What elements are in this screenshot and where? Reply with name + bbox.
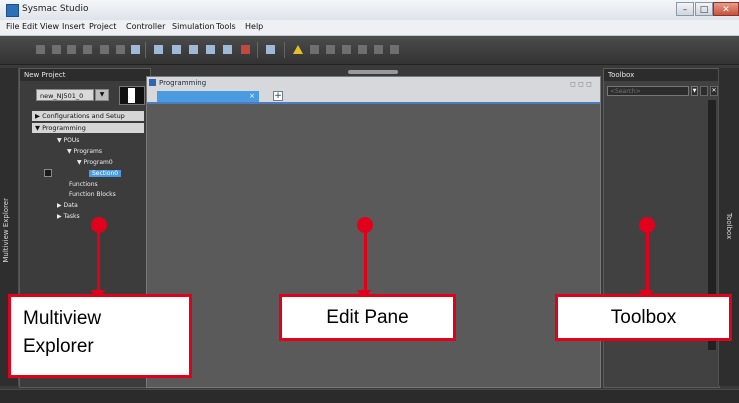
menu-simulation[interactable]: Simulation [172, 22, 215, 31]
synchronize-icon[interactable] [189, 45, 198, 54]
menu-help[interactable]: Help [245, 22, 263, 31]
editor-tab-strip: × + [147, 89, 600, 104]
maximize-button[interactable]: □ [695, 2, 713, 16]
sysmac-studio-window: Sysmac Studio – □ ✕ File Edit View Inser… [0, 0, 739, 403]
monitor-icon[interactable] [223, 45, 232, 54]
toolbox-search-input[interactable] [607, 86, 689, 96]
menu-edit[interactable]: Edit [22, 22, 38, 31]
delete-icon[interactable] [83, 45, 92, 54]
paste-icon[interactable] [67, 45, 76, 54]
add-tab-button[interactable]: + [273, 91, 283, 101]
editor-marker-line [364, 229, 367, 291]
tab-close-icon[interactable]: × [249, 91, 255, 102]
edit-pane-header: Programming ◻ ◻ ◻ [147, 77, 600, 89]
tree-item-section0[interactable]: Section0 [89, 170, 122, 177]
search-dropdown-icon[interactable]: ▼ [691, 86, 698, 96]
menu-file[interactable]: File [6, 22, 19, 31]
tree-item-function-blocks[interactable]: Function Blocks [69, 191, 116, 198]
callout-edit-pane: Edit Pane [279, 294, 456, 341]
menu-controller[interactable]: Controller [126, 22, 165, 31]
program-icon [149, 79, 156, 86]
controller-image [119, 86, 145, 105]
toolbox-header: Toolbox [604, 69, 719, 81]
tree-item-programs[interactable]: ▼ Programs [67, 148, 102, 155]
warning-icon[interactable] [293, 45, 303, 54]
menu-insert[interactable]: Insert [62, 22, 85, 31]
callout-toolbox: Toolbox [555, 294, 732, 341]
tree-item-functions[interactable]: Functions [69, 181, 98, 188]
save-icon[interactable] [131, 45, 140, 54]
offline-icon[interactable] [172, 45, 181, 54]
toolbox-close-button[interactable]: ✕ [710, 86, 718, 96]
menu-view[interactable]: View [40, 22, 59, 31]
edit-pane-title: Programming [159, 79, 207, 87]
toolbar-separator [145, 42, 146, 58]
watch-icon[interactable] [390, 45, 399, 54]
close-button[interactable]: ✕ [713, 2, 739, 16]
edit-pane[interactable]: Programming ◻ ◻ ◻ × + [146, 76, 601, 388]
explorer-header: New Project [20, 69, 150, 81]
simulation-pause-icon[interactable] [326, 45, 335, 54]
simulation-run-icon[interactable] [310, 45, 319, 54]
status-bar [0, 389, 739, 403]
title-bar: Sysmac Studio – □ ✕ [0, 0, 739, 21]
tree-item-tasks[interactable]: ▶ Tasks [57, 213, 80, 220]
simulation-stop-icon[interactable] [342, 45, 351, 54]
toolbar-separator [257, 42, 258, 58]
editor-tab-active[interactable]: × [157, 91, 259, 102]
toolbox-option-button[interactable] [700, 86, 708, 96]
window-title: Sysmac Studio [22, 4, 89, 14]
toolbox-side-label: Toolbox [725, 213, 733, 240]
callout-multiview-explorer: Multiview Explorer [8, 294, 192, 378]
copy-icon[interactable] [52, 45, 61, 54]
section-programming[interactable]: ▼ Programming [32, 123, 144, 133]
minimize-button[interactable]: – [676, 2, 694, 16]
tree-item-program0[interactable]: ▼ Program0 [77, 159, 113, 166]
step-icon[interactable] [358, 45, 367, 54]
tree-item-data[interactable]: ▶ Data [57, 202, 78, 209]
pointer-icon[interactable] [266, 45, 275, 54]
toolbox-marker-line [646, 229, 649, 291]
transfer-icon[interactable] [206, 45, 215, 54]
menu-tools[interactable]: Tools [216, 22, 236, 31]
undo-icon[interactable] [100, 45, 109, 54]
stop-icon[interactable] [241, 45, 250, 54]
explorer-marker-line [97, 229, 100, 291]
cut-icon[interactable] [36, 45, 45, 54]
chevron-down-icon[interactable]: ▼ [95, 89, 109, 101]
menu-project[interactable]: Project [89, 22, 116, 31]
app-icon [6, 4, 19, 17]
redo-icon[interactable] [116, 45, 125, 54]
tree-item-pous[interactable]: ▼ POUs [57, 137, 79, 144]
toolbar-separator [284, 42, 285, 58]
menu-bar: File Edit View Insert Project Controller… [0, 20, 739, 36]
splitter-grip[interactable] [348, 70, 398, 74]
multiview-explorer-side-label: Multiview Explorer [2, 198, 10, 263]
online-icon[interactable] [154, 45, 163, 54]
section-configurations-and-setup[interactable]: ▶ Configurations and Setup [32, 111, 144, 121]
breakpoint-icon[interactable] [374, 45, 383, 54]
device-select[interactable]: new_NJ501_0 [36, 89, 94, 101]
section-indicator-icon [44, 169, 52, 177]
toolbar [0, 36, 739, 65]
